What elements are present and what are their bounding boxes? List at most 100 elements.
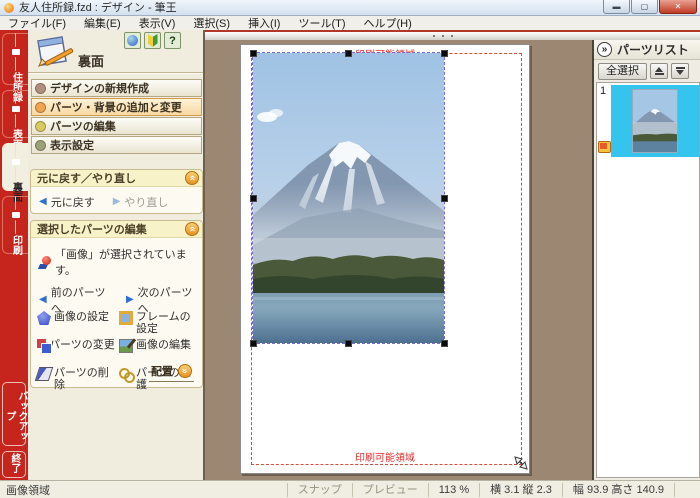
- frame-settings-button[interactable]: フレームの設定: [119, 311, 199, 335]
- display-settings-button[interactable]: 表示設定: [31, 136, 202, 154]
- maximize-button[interactable]: ▢: [631, 0, 658, 14]
- selected-part-section: 選択したパーツの編集 « 「画像」が選択されています。 ◀ 前のパーツへ ▶ 次…: [30, 220, 203, 388]
- edit-section-title: 選択したパーツの編集: [37, 221, 185, 237]
- parts-list-title: パーツリスト: [617, 41, 689, 58]
- selection-handle-sw[interactable]: [250, 340, 257, 347]
- minimize-button[interactable]: ▬: [603, 0, 630, 14]
- image-part-type-icon: [598, 141, 611, 153]
- step-sidebar: 住所録 表面 裏面 印刷 バックアップ 終了: [0, 30, 28, 480]
- menu-file[interactable]: ファイル(F): [8, 15, 66, 31]
- frame-icon: [119, 311, 133, 325]
- window-title: 友人住所録.fzd : デザイン - 筆王: [19, 1, 177, 15]
- selection-size: 幅 93.9 高さ 140.9: [562, 483, 674, 497]
- postcard-page[interactable]: 印刷可能領域 印刷可能領域: [240, 44, 530, 474]
- collapse-splitter[interactable]: [183, 30, 700, 40]
- help-button[interactable]: ?: [164, 32, 181, 49]
- bullet-icon: [35, 140, 46, 151]
- undo-redo-section: 元に戻す／やり直し « ◀ 元に戻す ▶ やり直し: [30, 169, 203, 214]
- selection-handle-e[interactable]: [441, 195, 448, 202]
- new-design-button[interactable]: デザインの新規作成: [31, 79, 202, 97]
- app-window: 友人住所録.fzd : デザイン - 筆王 ▬ ▢ ✕ ファイル(F) 編集(E…: [0, 0, 700, 498]
- status-bar: 画像領域 スナップ プレビュー 113 % 横 3.1 縦 2.3 幅 93.9…: [0, 480, 700, 498]
- selection-handle-n[interactable]: [345, 50, 352, 57]
- redo-arrow-icon: ▶: [113, 197, 121, 207]
- collapse-section-button[interactable]: «: [185, 222, 199, 236]
- menu-insert[interactable]: 挿入(I): [248, 15, 280, 31]
- selection-handle-s[interactable]: [345, 340, 352, 347]
- eraser-icon: [35, 367, 54, 381]
- bullet-icon: [35, 121, 46, 132]
- resize-grip[interactable]: [674, 483, 700, 497]
- addressbook-icon: [3, 33, 28, 71]
- status-message: 画像領域: [0, 482, 287, 498]
- title-bar[interactable]: 友人住所録.fzd : デザイン - 筆王 ▬ ▢ ✕: [0, 0, 700, 16]
- narration-button[interactable]: [124, 32, 141, 49]
- image-edit-icon: [119, 339, 133, 353]
- menu-select[interactable]: 選択(S): [193, 15, 230, 31]
- beginner-guide-button[interactable]: [144, 32, 161, 49]
- undo-button[interactable]: 元に戻す: [51, 194, 95, 210]
- panel-title: 裏面: [78, 51, 104, 70]
- image-settings-button[interactable]: 画像の設定: [37, 311, 117, 325]
- part-thumbnail[interactable]: [632, 89, 678, 153]
- selection-handle-ne[interactable]: [441, 50, 448, 57]
- sidebar-tab-back[interactable]: 裏面: [2, 143, 28, 191]
- beginner-mark-icon: [148, 34, 158, 47]
- sidebar-tab-addressbook[interactable]: 住所録: [2, 33, 28, 85]
- add-parts-background-button[interactable]: パーツ・背景の追加と変更: [31, 98, 202, 116]
- sidebar-tab-print[interactable]: 印刷: [2, 196, 28, 254]
- edit-image-button[interactable]: 画像の編集: [119, 339, 199, 353]
- snap-indicator[interactable]: スナップ: [287, 483, 352, 497]
- prev-arrow-icon: ◀: [39, 295, 47, 305]
- menu-view[interactable]: 表示(V): [139, 15, 176, 31]
- next-arrow-icon: ▶: [126, 295, 134, 305]
- selection-handle-se[interactable]: [441, 340, 448, 347]
- bullet-icon: [35, 83, 46, 94]
- close-button[interactable]: ✕: [659, 0, 697, 14]
- menu-bar: ファイル(F) 編集(E) 表示(V) 選択(S) 挿入(I) ツール(T) ヘ…: [0, 16, 700, 30]
- resize-cursor-icon: [513, 455, 529, 471]
- arrange-button[interactable]: 配置 «: [149, 363, 194, 382]
- bullet-icon: [35, 102, 46, 113]
- parts-list-header: » パーツリスト: [594, 40, 700, 60]
- menu-edit[interactable]: 編集(E): [84, 15, 121, 31]
- design-canvas[interactable]: 印刷可能領域 印刷可能領域: [205, 40, 592, 480]
- menu-help[interactable]: ヘルプ(H): [364, 15, 412, 31]
- change-part-button[interactable]: パーツの変更: [37, 339, 117, 351]
- parts-list-toolbar: 全選択: [594, 60, 700, 82]
- select-all-button[interactable]: 全選択: [598, 63, 647, 80]
- pushpin-icon: [39, 256, 51, 269]
- postcard-back-icon: [3, 143, 28, 181]
- printable-area-label-bottom: 印刷可能領域: [355, 449, 415, 464]
- collapse-section-button[interactable]: «: [185, 171, 199, 185]
- sidebar-tab-backup[interactable]: バックアップ: [2, 382, 26, 446]
- redo-button[interactable]: やり直し: [124, 194, 168, 210]
- up-triangle-icon: [655, 67, 663, 72]
- edit-parts-button[interactable]: パーツの編集: [31, 117, 202, 135]
- sidebar-tab-exit[interactable]: 終了: [2, 451, 26, 478]
- chain-icon: [119, 367, 133, 381]
- task-panel: 裏面 ? デザインの新規作成 パーツ・背景の追加と変更 パーツの編集 表示設定 …: [28, 30, 205, 480]
- sidebar-tab-front[interactable]: 表面: [2, 90, 28, 138]
- fuji-photo-part[interactable]: [253, 53, 444, 343]
- menu-tools[interactable]: ツール(T): [298, 15, 345, 31]
- zoom-level[interactable]: 113 %: [428, 483, 479, 497]
- design-page-icon: [32, 35, 76, 74]
- question-icon: ?: [169, 35, 176, 47]
- header-divider: [28, 72, 203, 74]
- gem-icon: [37, 311, 51, 325]
- selection-handle-w[interactable]: [250, 195, 257, 202]
- move-down-button[interactable]: [671, 63, 689, 79]
- printer-icon: [3, 196, 28, 234]
- cursor-position: 横 3.1 縦 2.3: [479, 483, 562, 497]
- part-number: 1: [600, 85, 606, 97]
- preview-indicator[interactable]: プレビュー: [352, 483, 428, 497]
- parts-icon: [37, 339, 46, 348]
- part-list-item[interactable]: [611, 85, 699, 157]
- collapse-panel-button[interactable]: »: [597, 42, 612, 57]
- delete-part-button[interactable]: パーツの削除: [37, 367, 117, 391]
- selection-status: 「画像」が選択されています。: [55, 246, 198, 278]
- move-up-button[interactable]: [650, 63, 668, 79]
- selection-handle-nw[interactable]: [250, 50, 257, 57]
- parts-list-panel: » パーツリスト 全選択 1: [592, 40, 700, 480]
